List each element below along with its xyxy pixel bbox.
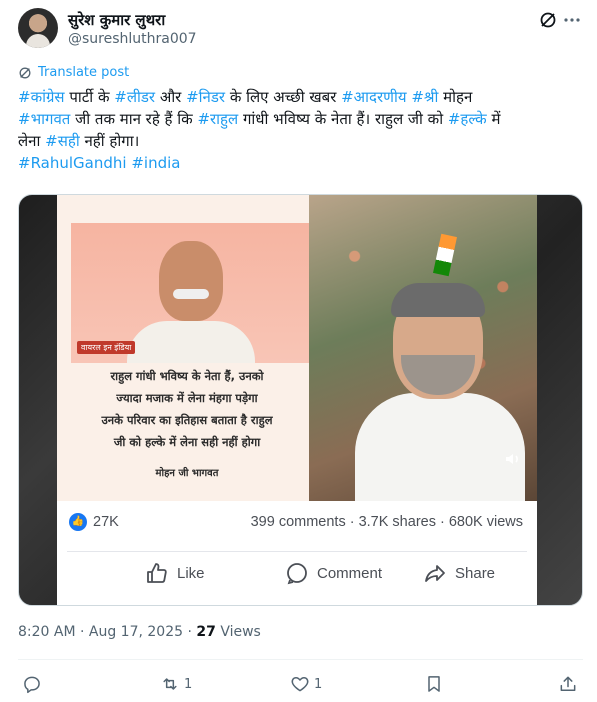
like-count: 1 [314,676,323,692]
fb-like-badge-icon: 👍 [69,513,87,531]
hashtag-link[interactable]: #श्री [411,88,438,106]
reply-icon [24,676,40,694]
tweet-text-segment: मोहन [438,88,473,106]
quote-line: उनके परिवार का इतिहास बताता है राहुल [101,413,273,427]
repost-button[interactable]: 1 [160,674,192,694]
upload-icon [560,676,576,691]
tweet-text-segment: और [155,88,187,106]
thumb-icon [147,563,167,583]
tweet-line-4: #RahulGandhi #india [18,152,583,174]
repost-icon [163,678,177,690]
media-video[interactable]: वायरल इन इंडिया राहुल गांधी भविष्य के ने… [18,194,583,606]
fb-like-label: Like [177,564,205,582]
fb-share-label: Share [455,564,496,582]
no-edit-icon[interactable] [538,10,558,30]
translate-icon [19,67,31,78]
translate-link[interactable]: Translate post [18,65,129,80]
hashtag-link[interactable]: #भागवत [18,110,70,128]
fb-share-button: Share [423,561,495,585]
tweet-line-3: लेना #सही नहीं होगा। [18,130,583,152]
hashtag-link[interactable]: #सही [45,132,80,150]
hashtag-link[interactable]: #हल्के [448,110,487,128]
tweet-line-1: #कांग्रेस पार्टी के #लीडर और #निडर के लि… [18,86,583,108]
hashtag-link[interactable]: #लीडर [114,88,155,106]
source-label: वायरल इन इंडिया [77,341,136,354]
quote-line: ज्यादा मजाक में लेना मंहगा पड़ेगा [116,391,258,405]
hashtag-link[interactable]: #कांग्रेस [18,88,65,106]
author-handle[interactable]: @sureshluthra007 [68,31,197,47]
bookmark-icon [428,676,440,692]
tweet-line-2: #भागवत जी तक मान रहे हैं कि #राहुल गांधी… [18,108,583,130]
divider [18,659,583,660]
translate-label[interactable]: Translate post [38,65,129,80]
tweet-text: #कांग्रेस पार्टी के #लीडर और #निडर के लि… [18,86,583,174]
post-time[interactable]: 8:20 AM · Aug 17, 2025 · [18,624,196,640]
heart-icon [291,677,309,692]
tweet-text-segment: में [486,110,501,128]
share-upload-button[interactable] [558,674,578,694]
tweet-text-segment: लेना [18,132,46,150]
crowd-photo [309,195,537,501]
quote-line: जी को हल्के में लेना सही नहीं होगा [113,435,261,449]
fb-divider [67,551,527,552]
timestamp: 8:20 AM · Aug 17, 2025 · 27 Views [18,624,261,640]
more-icon[interactable] [562,10,582,30]
fb-stats: 👍 27K 399 comments · 3.7K shares · 680K … [57,507,537,543]
quote-panel: वायरल इन इंडिया राहुल गांधी भविष्य के ने… [57,195,309,501]
action-bar: 1 1 [18,670,583,698]
hashtag-link[interactable]: #आदरणीय [341,88,406,106]
fb-like-button: Like [145,561,205,585]
quote-author: मोहन जी भागवत [155,468,219,479]
tweet-text-segment: पार्टी के [64,88,115,106]
hashtag-link[interactable]: #निडर [186,88,225,106]
fb-actions: Like Comment Share [57,555,537,599]
fb-counts: 399 comments · 3.7K shares · 680K views [250,514,523,530]
fb-comment-button: Comment [285,561,382,585]
tweet-text-segment: के लिए अच्छी खबर [225,88,342,106]
avatar[interactable] [18,8,58,48]
views-label: Views [215,624,261,640]
hashtag-link[interactable]: #RahulGandhi [18,154,127,172]
like-button[interactable]: 1 [290,674,322,694]
facebook-post-card: वायरल इन इंडिया राहुल गांधी भविष्य के ने… [57,195,537,605]
author-name[interactable]: सुरेश कुमार लुथरा [68,10,165,30]
image-collage: वायरल इन इंडिया राहुल गांधी भविष्य के ने… [57,195,537,501]
reply-button[interactable] [22,674,46,694]
bookmark-button[interactable] [424,674,444,694]
fb-likes-count: 27K [93,514,119,530]
repost-count: 1 [184,676,193,692]
tweet-text-segment: नहीं होगा। [79,132,140,150]
hashtag-link[interactable]: #india [131,154,180,172]
fb-comment-label: Comment [317,564,383,582]
tweet-header: सुरेश कुमार लुथरा @sureshluthra007 [18,8,580,54]
views-count: 27 [196,624,216,640]
flag-image [433,233,457,277]
hashtag-link[interactable]: #राहुल [197,110,238,128]
tweet-text-segment: गांधी भविष्य के नेता हैं। राहुल जी को [238,110,448,128]
share-icon [425,565,445,582]
volume-icon[interactable] [502,449,524,471]
quote-line: राहुल गांधी भविष्य के नेता हैं, उनको [110,369,264,383]
tweet-text-segment: जी तक मान रहे हैं कि [70,110,198,128]
comment-icon [287,563,307,585]
quote-text: राहुल गांधी भविष्य के नेता हैं, उनको ज्य… [71,365,303,453]
